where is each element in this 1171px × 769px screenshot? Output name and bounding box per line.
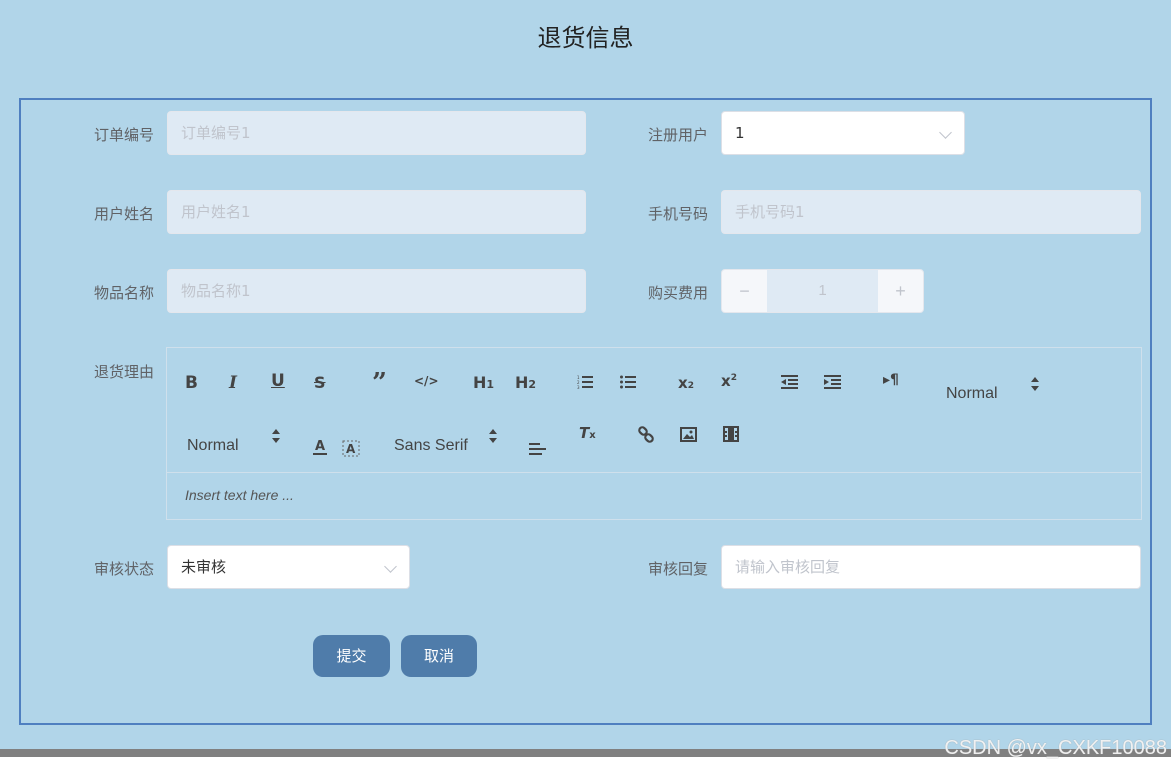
font-select[interactable]: Sans Serif [394,437,468,455]
header-2-icon[interactable]: H2 [515,373,536,392]
cancel-button[interactable]: 取消 [401,635,477,677]
chevron-down-icon [939,126,952,139]
purchase-fee-stepper: − 1 + [721,269,924,313]
order-no-placeholder: 订单编号1 [181,124,251,142]
chevron-down-icon [384,560,397,573]
background-color-icon[interactable]: A [342,439,360,457]
svg-text:3: 3 [577,385,580,389]
header-select-arrows-icon [1031,377,1039,391]
svg-text:A: A [315,439,325,454]
text-direction-icon[interactable]: ▸¶ [883,372,899,388]
review-status-label: 审核状态 [93,560,154,578]
decrease-button: − [722,270,767,312]
return-reason-label: 退货理由 [93,363,154,381]
submit-button[interactable]: 提交 [313,635,390,677]
editor-content-placeholder[interactable]: Insert text here ... [185,487,294,503]
header-select[interactable]: Normal [946,385,998,403]
underline-icon[interactable]: U [271,371,285,391]
link-icon[interactable] [637,426,655,444]
item-name-label: 物品名称 [93,284,154,302]
item-name-placeholder: 物品名称1 [181,282,251,300]
order-no-input: 订单编号1 [167,111,586,155]
review-reply-label: 审核回复 [647,560,708,578]
italic-icon[interactable]: I [229,373,237,393]
editor-toolbar: B I U S ” </> H1 H2 123 x2 x2 ▸¶ Normal … [167,348,1141,473]
subscript-icon[interactable]: x2 [678,374,694,392]
header-2-letter: H [515,373,529,392]
bullet-list-icon[interactable] [620,375,636,389]
page-title: 退货信息 [537,24,634,52]
indent-icon[interactable] [824,375,841,389]
order-no-label: 订单编号 [93,126,154,144]
bold-icon[interactable]: B [185,373,198,393]
phone-input: 手机号码1 [721,190,1141,234]
registered-user-value: 1 [735,124,745,142]
video-icon[interactable] [723,426,739,442]
svg-text:A: A [346,442,356,456]
font-select-arrows-icon [489,429,497,443]
size-select[interactable]: Normal [187,437,239,455]
header-1-letter: H [473,373,487,392]
registered-user-label: 注册用户 [647,126,708,144]
align-icon[interactable] [529,443,546,457]
item-name-input: 物品名称1 [167,269,586,313]
strikethrough-icon[interactable]: S [314,373,326,392]
header-1-icon[interactable]: H1 [473,373,494,392]
purchase-fee-label: 购买费用 [647,284,708,302]
superscript-icon[interactable]: x2 [721,372,737,390]
blockquote-icon[interactable]: ” [372,368,387,398]
user-name-placeholder: 用户姓名1 [181,203,251,221]
rich-text-editor: B I U S ” </> H1 H2 123 x2 x2 ▸¶ Normal … [166,347,1142,520]
user-name-label: 用户姓名 [93,205,154,223]
text-color-icon[interactable]: A [312,438,328,456]
image-icon[interactable] [680,427,697,442]
review-reply-placeholder: 请输入审核回复 [735,558,841,576]
clear-format-icon[interactable]: Tx [579,424,596,442]
phone-label: 手机号码 [647,205,708,223]
increase-button: + [878,270,923,312]
watermark: CSDN @vx_CXKF10088 [944,737,1167,759]
size-select-arrows-icon [272,429,280,443]
review-status-select[interactable]: 未审核 [167,545,410,589]
user-name-input: 用户姓名1 [167,190,586,234]
phone-placeholder: 手机号码1 [735,203,805,221]
ordered-list-icon[interactable]: 123 [577,375,593,389]
review-reply-input[interactable]: 请输入审核回复 [721,545,1141,589]
purchase-fee-value: 1 [818,282,827,299]
code-block-icon[interactable]: </> [414,374,439,388]
registered-user-select[interactable]: 1 [721,111,965,155]
outdent-icon[interactable] [781,375,798,389]
review-status-value: 未审核 [181,558,227,576]
